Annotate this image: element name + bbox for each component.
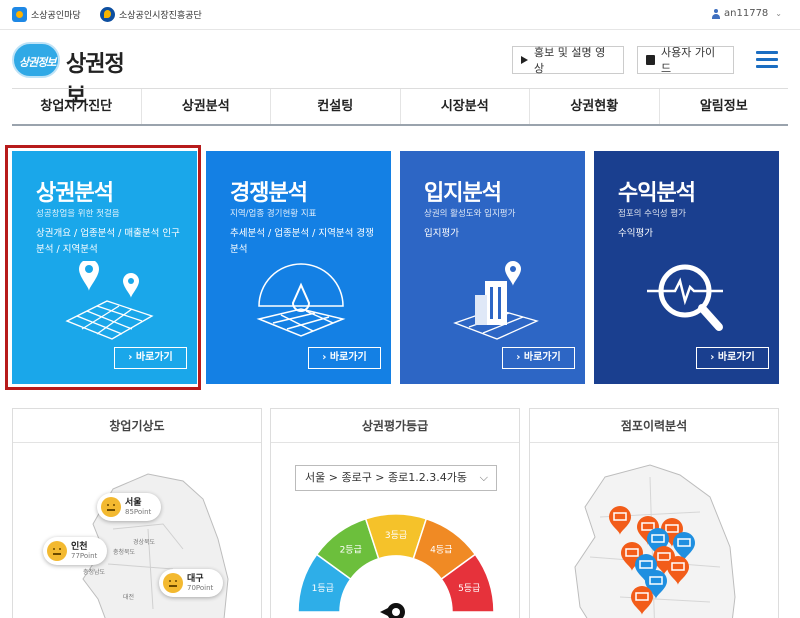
- panel-title: 상권평가등급: [271, 409, 519, 443]
- grade-label: 2등급: [340, 545, 362, 556]
- panel-title: 점포이력분석: [530, 409, 778, 443]
- logo-badge-text: 상권정보: [19, 56, 56, 69]
- sbiz-market-link[interactable]: 소상공인마당: [12, 7, 81, 22]
- building-pin-icon: [453, 261, 539, 340]
- region-select-value: 서울 > 종로구 > 종로1.2.3.4가동: [305, 471, 467, 484]
- chevron-down-icon: ⌄: [775, 9, 782, 18]
- nav-item-consulting[interactable]: 컨설팅: [271, 89, 401, 124]
- go-button[interactable]: › 바로가기: [696, 347, 769, 369]
- map-label: 경상북도: [133, 538, 156, 546]
- selected-tile-highlight: [5, 145, 201, 390]
- map-label: 충청남도: [83, 568, 106, 576]
- book-icon: [646, 55, 655, 65]
- tile-title: 경쟁분석: [230, 181, 308, 206]
- grade-gauge: 1등급 2등급 3등급 4등급 5등급: [297, 513, 495, 618]
- tile-links: 추세분석 / 업종분석 / 지역분석 경쟁분석: [230, 228, 374, 255]
- grade-label: 5등급: [458, 583, 480, 594]
- store-history-panel[interactable]: 점포이력분석: [529, 408, 779, 618]
- map-label: 충청북도: [113, 548, 136, 556]
- tile-profit-analysis[interactable]: 수익분석 점포의 수익성 평가 수익평가 › 바로가기: [594, 151, 779, 384]
- sbiz-market-label: 소상공인마당: [31, 11, 81, 21]
- main-nav: 창업자가진단 상권분석 컨설팅 시장분석 상권현황 알림정보: [12, 88, 788, 126]
- user-icon: [712, 8, 721, 19]
- smile-face-icon: [101, 497, 121, 517]
- tile-location-analysis[interactable]: 입지분석 상권의 활성도와 입지평가 입지평가 › 바로가기: [400, 151, 585, 384]
- panel-title: 창업기상도: [13, 409, 261, 443]
- grade-label: 3등급: [385, 530, 407, 541]
- weather-region: 대구: [187, 574, 204, 584]
- nav-item-area-status[interactable]: 상권현황: [530, 89, 660, 124]
- gauge-needle: [380, 607, 390, 617]
- neutral-face-icon: [47, 541, 67, 561]
- store-history-map: [574, 464, 736, 618]
- semas-logo-icon: [100, 7, 115, 22]
- weather-point: 85Point: [125, 508, 152, 516]
- tile-competition-analysis[interactable]: 경쟁분석 지역/업종 경기현황 지표 추세분석 / 업종분석 / 지역분석 경쟁…: [206, 151, 391, 384]
- weather-badge-seoul[interactable]: 서울 85Point: [97, 493, 162, 521]
- user-guide-label: 사용자 가이드: [660, 46, 716, 75]
- grade-label: 4등급: [430, 545, 452, 556]
- promo-video-label: 홍보 및 설명 영상: [534, 46, 606, 75]
- semas-link[interactable]: 소상공인시장진흥공단: [100, 7, 202, 22]
- weather-badge-daegu[interactable]: 대구 70Point: [159, 569, 224, 597]
- top-utility-bar: 소상공인마당 소상공인시장진흥공단 an11778 ⌄: [0, 0, 800, 30]
- area-grade-panel[interactable]: 상권평가등급 서울 > 종로구 > 종로1.2.3.4가동 ⌵ 1등급 2등급 3등…: [270, 408, 520, 618]
- user-guide-button[interactable]: 사용자 가이드: [637, 46, 734, 75]
- magnifier-pulse-icon: [647, 264, 723, 331]
- tile-title: 수익분석: [618, 181, 696, 206]
- play-icon: [521, 56, 528, 64]
- nav-item-area-analysis[interactable]: 상권분석: [142, 89, 271, 124]
- sbiz-market-logo-icon: [12, 7, 27, 22]
- go-button[interactable]: › 바로가기: [308, 347, 381, 369]
- tile-subtitle: 지역/업종 경기현황 지표: [230, 209, 317, 219]
- map-label: 대전: [123, 593, 134, 601]
- go-button[interactable]: › 바로가기: [502, 347, 575, 369]
- tile-title: 입지분석: [424, 181, 502, 206]
- region-select[interactable]: 서울 > 종로구 > 종로1.2.3.4가동 ⌵: [295, 465, 497, 491]
- weather-point: 77Point: [71, 552, 98, 560]
- username: an11778: [724, 8, 769, 19]
- nav-item-self-diagnosis[interactable]: 창업자가진단: [12, 89, 142, 124]
- tile-links: 입지평가: [424, 228, 459, 239]
- site-logo[interactable]: 상권정보 상권정보: [12, 40, 142, 109]
- promo-video-button[interactable]: 홍보 및 설명 영상: [512, 46, 624, 75]
- logo-badge-icon: 상권정보: [12, 42, 60, 78]
- nav-item-notices[interactable]: 알림정보: [660, 89, 789, 124]
- nav-item-market-analysis[interactable]: 시장분석: [401, 89, 530, 124]
- hamburger-menu-icon[interactable]: [756, 51, 778, 69]
- weather-region: 인천: [71, 542, 88, 552]
- tile-links: 수익평가: [618, 228, 653, 239]
- sad-face-icon: [163, 573, 183, 593]
- tile-subtitle: 점포의 수익성 평가: [618, 209, 686, 219]
- weather-region: 서울: [125, 498, 142, 508]
- semas-label: 소상공인시장진흥공단: [119, 11, 202, 21]
- chevron-down-icon: ⌵: [479, 471, 488, 484]
- tile-subtitle: 상권의 활성도와 입지평가: [424, 209, 516, 219]
- gauge-icon: [256, 263, 346, 337]
- grade-label: 1등급: [312, 583, 334, 594]
- weather-point: 70Point: [187, 584, 214, 592]
- weather-badge-incheon[interactable]: 인천 77Point: [43, 537, 108, 565]
- startup-weather-panel[interactable]: 창업기상도 충청북도 충청남도 경상북도 대전 서울 85Point 인천 77…: [12, 408, 262, 618]
- user-menu[interactable]: an11778 ⌄: [712, 8, 782, 19]
